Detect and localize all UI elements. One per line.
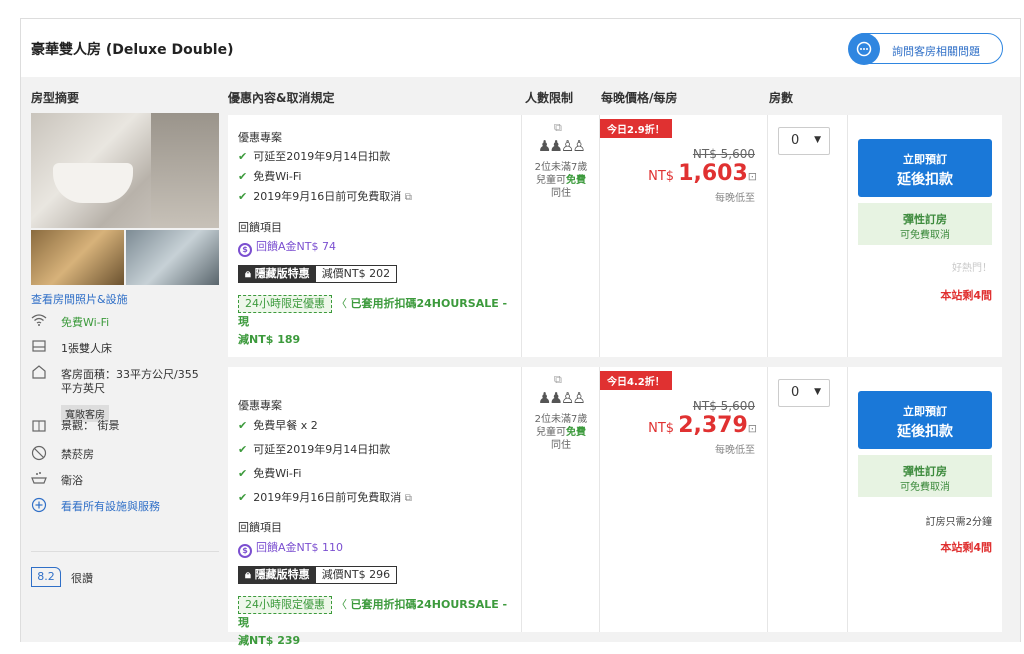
booking-time-hint: 訂房只需2分鐘: [925, 517, 992, 528]
tax-info-icon: ⊡: [747, 422, 757, 435]
benefit-item: ✔ 2019年9月16日前可免費取消 ⧉: [238, 190, 412, 203]
check-icon: ✔: [238, 150, 248, 163]
room-photo-thumb[interactable]: [31, 230, 124, 285]
book-now-button[interactable]: 立即預訂 延後扣款: [858, 139, 992, 197]
review-score-badge: 8.2: [31, 567, 61, 587]
chevron-down-icon: ▼: [814, 387, 821, 397]
external-link-icon[interactable]: ⧉: [554, 373, 562, 387]
occupancy-column: ⧉ ♟♟♙♙ 2位未滿7歲 兒童可免費 同住: [522, 367, 600, 632]
people-icon: ♟♟♙♙: [538, 389, 586, 407]
wifi-icon: [31, 313, 47, 329]
booking-column: 立即預訂 延後扣款 彈性訂房 可免費取消 好熱門！ 本站剩4間: [848, 115, 1002, 357]
benefit-item: ✔ 免費Wi-Fi: [238, 467, 302, 480]
check-icon: ✔: [238, 491, 248, 504]
price-unit: 每晚低至: [715, 445, 755, 456]
tax-info-icon: ⊡: [747, 170, 757, 183]
chevron-left-icon: 〈: [336, 598, 347, 611]
room-quantity-select[interactable]: 0 ▼: [778, 379, 830, 407]
benefit-item: ✔ 可延至2019年9月14日扣款: [238, 443, 391, 456]
rooms-column: 0 ▼: [768, 115, 848, 357]
benefit-item: ✔ 2019年9月16日前可免費取消 ⧉: [238, 491, 412, 504]
rooms-column: 0 ▼: [768, 367, 848, 632]
popular-hint: 好熱門！: [952, 263, 992, 274]
room-photo-main[interactable]: [31, 113, 219, 228]
reward-title: 回饋項目: [238, 521, 282, 534]
price-column: 今日4.2折！ NT$ 5,600 NT$ 2,379⊡ 每晚低至: [600, 367, 768, 632]
ask-room-question-button[interactable]: 詢問客房相關問題: [848, 33, 1003, 65]
reward-link[interactable]: $ 回饋A金NT$ 110: [238, 539, 343, 558]
check-icon: ✔: [238, 419, 248, 432]
reward-title: 回饋項目: [238, 221, 282, 234]
room-quantity-select[interactable]: 0 ▼: [778, 127, 830, 155]
rooms-left: 本站剩4間: [940, 541, 992, 554]
coin-icon: $: [238, 544, 252, 558]
discount-badge: 今日4.2折！: [600, 371, 672, 390]
current-price: NT$ 1,603⊡: [648, 161, 757, 186]
current-price: NT$ 2,379⊡: [648, 413, 757, 438]
rooms-left: 本站剩4間: [940, 289, 992, 302]
offer-row: 優惠專案 ✔ 免費早餐 x 2 ✔ 可延至2019年9月14日扣款 ✔ 免費Wi-Fi…: [228, 367, 1002, 647]
no-smoking-icon: [31, 445, 47, 461]
flexible-booking-box: 彈性訂房 可免費取消: [858, 455, 992, 497]
original-price: NT$ 5,600: [692, 399, 755, 413]
check-icon: ✔: [238, 190, 248, 203]
benefit-item: ✔ 免費早餐 x 2: [238, 419, 318, 432]
room-photos-link[interactable]: 查看房間照片&設施: [31, 291, 128, 307]
occupancy-column: ⧉ ♟♟♙♙ 2位未滿7歲 兒童可免費 同住: [522, 115, 600, 357]
promo-info: 24小時限定優惠〈 已套用折扣碼24HOURSALE - 現減NT$ 189: [238, 295, 508, 346]
external-link-icon[interactable]: ⧉: [554, 121, 562, 135]
window-icon: [31, 419, 47, 435]
house-icon: [31, 365, 47, 381]
chevron-down-icon: ▼: [814, 135, 821, 145]
review-score-word: 很讚: [71, 572, 93, 585]
discount-badge: 今日2.9折！: [600, 119, 672, 138]
offer-row: 優惠專案 ✔ 可延至2019年9月14日扣款 ✔ 免費Wi-Fi ✔ 2019年9月1…: [228, 115, 1002, 357]
chevron-left-icon: 〈: [336, 297, 347, 310]
offer-deal-column: 優惠專案 ✔ 免費早餐 x 2 ✔ 可延至2019年9月14日扣款 ✔ 免費Wi-Fi…: [228, 367, 522, 647]
deal-title: 優惠專案: [238, 399, 282, 412]
secret-deal-badge: 🔒︎ 隱藏版特惠 減價NT$ 202: [238, 265, 398, 283]
header-price: 每晚價格/每房: [601, 91, 678, 105]
header-occupancy: 人數限制: [525, 91, 574, 105]
bath-icon: [31, 471, 47, 487]
lock-icon: 🔒︎: [245, 568, 255, 581]
bed-icon: [31, 339, 47, 355]
check-icon: ✔: [238, 443, 248, 456]
external-link-icon[interactable]: ⧉: [405, 192, 412, 203]
plus-circle-icon: [31, 497, 47, 513]
price-unit: 每晚低至: [715, 193, 755, 204]
check-icon: ✔: [238, 170, 248, 183]
reward-link[interactable]: $ 回饋A金NT$ 74: [238, 238, 336, 257]
chat-bubble-icon: [848, 33, 880, 65]
lock-icon: 🔒︎: [245, 267, 255, 280]
benefit-item: ✔ 可延至2019年9月14日扣款: [238, 150, 391, 163]
booking-column: 立即預訂 延後扣款 彈性訂房 可免費取消 訂房只需2分鐘 本站剩4間: [848, 367, 1002, 632]
original-price: NT$ 5,600: [692, 147, 755, 161]
check-icon: ✔: [238, 467, 248, 480]
external-link-icon[interactable]: ⧉: [405, 493, 412, 504]
coin-icon: $: [238, 243, 252, 257]
room-photo-thumb[interactable]: [126, 230, 219, 285]
deal-title: 優惠專案: [238, 131, 282, 144]
room-title: 豪華雙人房 (Deluxe Double): [31, 42, 234, 58]
room-card: 豪華雙人房 (Deluxe Double) 詢問客房相關問題 房型摘要 優惠內容…: [20, 18, 1021, 647]
people-icon: ♟♟♙♙: [538, 137, 586, 155]
book-now-button[interactable]: 立即預訂 延後扣款: [858, 391, 992, 449]
benefit-item: ✔ 免費Wi-Fi: [238, 170, 302, 183]
occupancy-text: 2位未滿7歲 兒童可免費 同住: [534, 162, 588, 199]
price-column: 今日2.9折！ NT$ 5,600 NT$ 1,603⊡ 每晚低至: [600, 115, 768, 357]
secret-deal-badge: 🔒︎ 隱藏版特惠 減價NT$ 296: [238, 566, 398, 584]
offer-deal-column: 優惠專案 ✔ 可延至2019年9月14日扣款 ✔ 免費Wi-Fi ✔ 2019年9月1…: [228, 115, 522, 357]
divider: [31, 551, 219, 552]
occupancy-text: 2位未滿7歲 兒童可免費 同住: [534, 414, 588, 451]
header-deal: 優惠內容&取消規定: [228, 91, 335, 105]
header-summary: 房型摘要: [31, 91, 80, 105]
flexible-booking-box: 彈性訂房 可免費取消: [858, 203, 992, 245]
ask-button-label: 詢問客房相關問題: [892, 45, 980, 58]
promo-info: 24小時限定優惠〈 已套用折扣碼24HOURSALE - 現減NT$ 239: [238, 596, 508, 647]
header-rooms: 房數: [769, 91, 794, 105]
